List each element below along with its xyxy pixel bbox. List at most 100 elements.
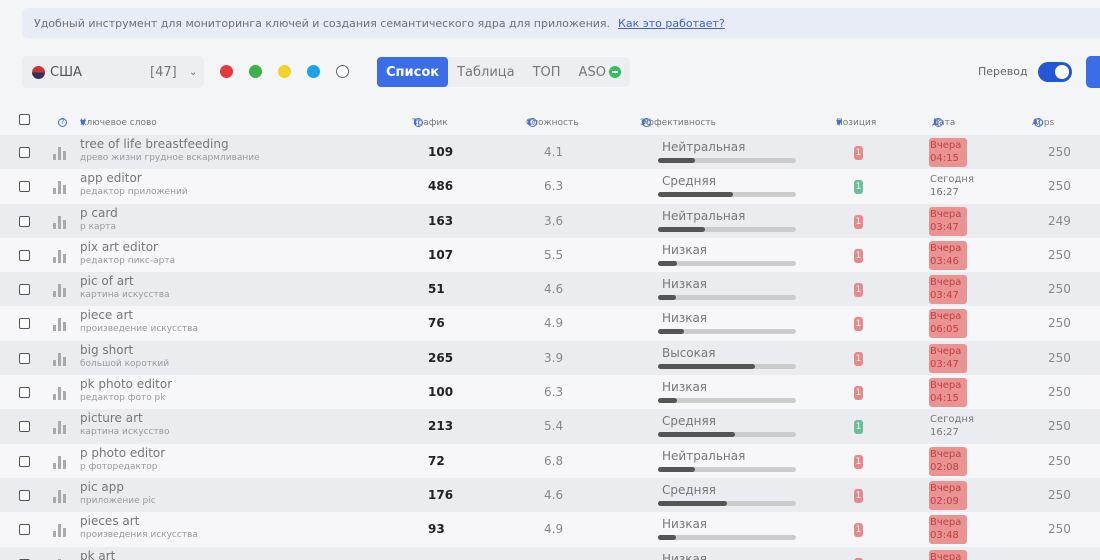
aso-badge-icon [608,66,621,78]
date-time: 16:27 [930,187,959,199]
row-checkbox[interactable] [19,524,30,536]
blue-filter-dot[interactable] [307,65,320,78]
table-row[interactable]: pk photo editor редактор фото pk 100 6.3… [0,375,1100,410]
chart-icon[interactable] [53,523,67,538]
table-row[interactable]: pic app приложение pic 176 4.6 Средняя 1… [0,477,1100,513]
keyword-text[interactable]: pieces art [80,514,139,528]
date-day: Вчера [930,482,962,494]
keyword-text[interactable]: p photo editor [80,446,165,460]
table-row[interactable]: p card p карта 163 3.6 Нейтральная 1 Вче… [0,203,1100,238]
position-badge[interactable]: 1 [854,351,863,366]
help-icon[interactable]: ? [414,118,423,127]
position-badge[interactable]: 1 [854,248,863,263]
position-badge[interactable]: 1 [854,214,863,229]
row-checkbox[interactable] [19,147,30,158]
date-time: 04:15 [930,393,959,405]
position-badge[interactable]: 1 [854,488,863,503]
chart-icon[interactable] [53,455,67,469]
table-row[interactable]: tree of life breastfeeding древо жизни г… [0,135,1100,170]
white-filter-dot[interactable] [336,65,349,78]
table-row[interactable]: pk art Низкая 1 Вчера [0,546,1100,560]
row-checkbox[interactable] [19,352,30,364]
table-row[interactable]: picture art картина искусство 213 5.4 Ср… [0,409,1100,444]
help-icon[interactable]: ? [642,118,651,127]
difficulty-value: 4.6 [544,282,564,297]
date-day: Вчера [930,242,962,254]
keyword-text[interactable]: piece art [80,308,133,322]
table-row[interactable]: piece art произведение искусства 76 4.9 … [0,306,1100,341]
keyword-translation: редактор пикс-арта [80,255,176,266]
help-icon[interactable]: ? [1034,118,1043,127]
red-filter-dot[interactable] [220,65,233,78]
date-time: 03:47 [930,221,959,233]
efficiency-label: Высокая [662,345,716,360]
position-badge[interactable]: 1 [854,317,863,332]
green-filter-dot[interactable] [249,65,262,78]
efficiency-bar [658,500,796,506]
how-it-works-link[interactable]: Как это работает? [618,17,725,30]
table-row[interactable]: big short большой короткий 265 3.9 Высок… [0,340,1100,376]
table-row[interactable]: app editor редактор приложений 486 6.3 С… [0,169,1100,204]
country-select[interactable]: США [47] ⌄ [22,56,204,88]
traffic-value: 213 [428,419,454,434]
keyword-text[interactable]: pk art [80,549,115,560]
position-badge[interactable]: 1 [854,283,863,298]
action-button[interactable] [1086,56,1100,88]
row-checkbox[interactable] [19,284,30,296]
efficiency-bar [658,329,796,335]
row-checkbox[interactable] [19,387,30,399]
keyword-text[interactable]: p card [80,206,118,220]
help-icon[interactable]: ? [934,118,943,127]
chart-icon[interactable] [53,317,67,332]
position-badge[interactable]: 1 [854,420,863,435]
tab-list[interactable]: Список [377,57,449,87]
row-checkbox[interactable] [19,489,30,501]
row-checkbox[interactable] [19,249,30,261]
chart-icon[interactable] [53,180,67,195]
keyword-text[interactable]: picture art [80,411,143,425]
keyword-text[interactable]: tree of life breastfeeding [80,137,229,151]
yellow-filter-dot[interactable] [278,65,291,78]
keyword-translation: произведения искусства [80,530,198,541]
chart-icon[interactable] [53,215,67,229]
tab-table[interactable]: Таблица [448,57,524,87]
select-all-checkbox[interactable] [19,114,30,125]
keyword-text[interactable]: app editor [80,171,142,185]
position-badge[interactable]: 1 [854,523,863,538]
keyword-text[interactable]: big short [80,343,133,357]
row-checkbox[interactable] [19,455,30,467]
date-badge: Вчера 03:47 [929,343,967,373]
keyword-text[interactable]: pic app [80,480,124,494]
chart-icon[interactable] [53,249,67,263]
tab-aso[interactable]: ASO [570,57,630,87]
position-badge[interactable]: 1 [854,146,863,160]
row-checkbox[interactable] [19,421,30,433]
chart-icon[interactable] [53,146,67,160]
keyword-text[interactable]: pic of art [80,274,134,288]
efficiency-label: Низкая [662,380,708,395]
table-row[interactable]: p photo editor р фоторедактор 72 6.8 Ней… [0,443,1100,478]
position-badge[interactable]: 1 [854,386,863,401]
row-checkbox[interactable] [19,181,30,193]
position-badge[interactable]: 1 [854,180,863,195]
position-badge[interactable]: 1 [854,454,863,469]
table-row[interactable]: pieces art произведения искусства 93 4.9… [0,512,1100,547]
chart-icon[interactable] [53,489,67,503]
row-checkbox[interactable] [19,318,30,330]
table-row[interactable]: pic of art картина искусства 51 4.6 Низк… [0,272,1100,307]
help-icon[interactable]: ? [528,118,537,127]
efficiency-label: Нейтральная [662,208,746,223]
filter-icon[interactable]: ▼ [80,118,86,127]
chart-icon[interactable] [53,420,67,435]
keyword-text[interactable]: pk photo editor [80,377,172,391]
chart-icon[interactable] [53,352,67,366]
translate-toggle[interactable] [1038,62,1072,82]
keyword-text[interactable]: pix art editor [80,240,158,254]
row-checkbox[interactable] [19,215,30,227]
efficiency-fill [658,466,696,472]
chart-icon[interactable] [53,283,67,298]
banner-text: Удобный инструмент для мониторинга ключе… [34,16,611,30]
tab-top[interactable]: ТОП [524,57,570,87]
table-row[interactable]: pix art editor редактор пикс-арта 107 5.… [0,237,1100,273]
chart-icon[interactable] [53,386,67,401]
